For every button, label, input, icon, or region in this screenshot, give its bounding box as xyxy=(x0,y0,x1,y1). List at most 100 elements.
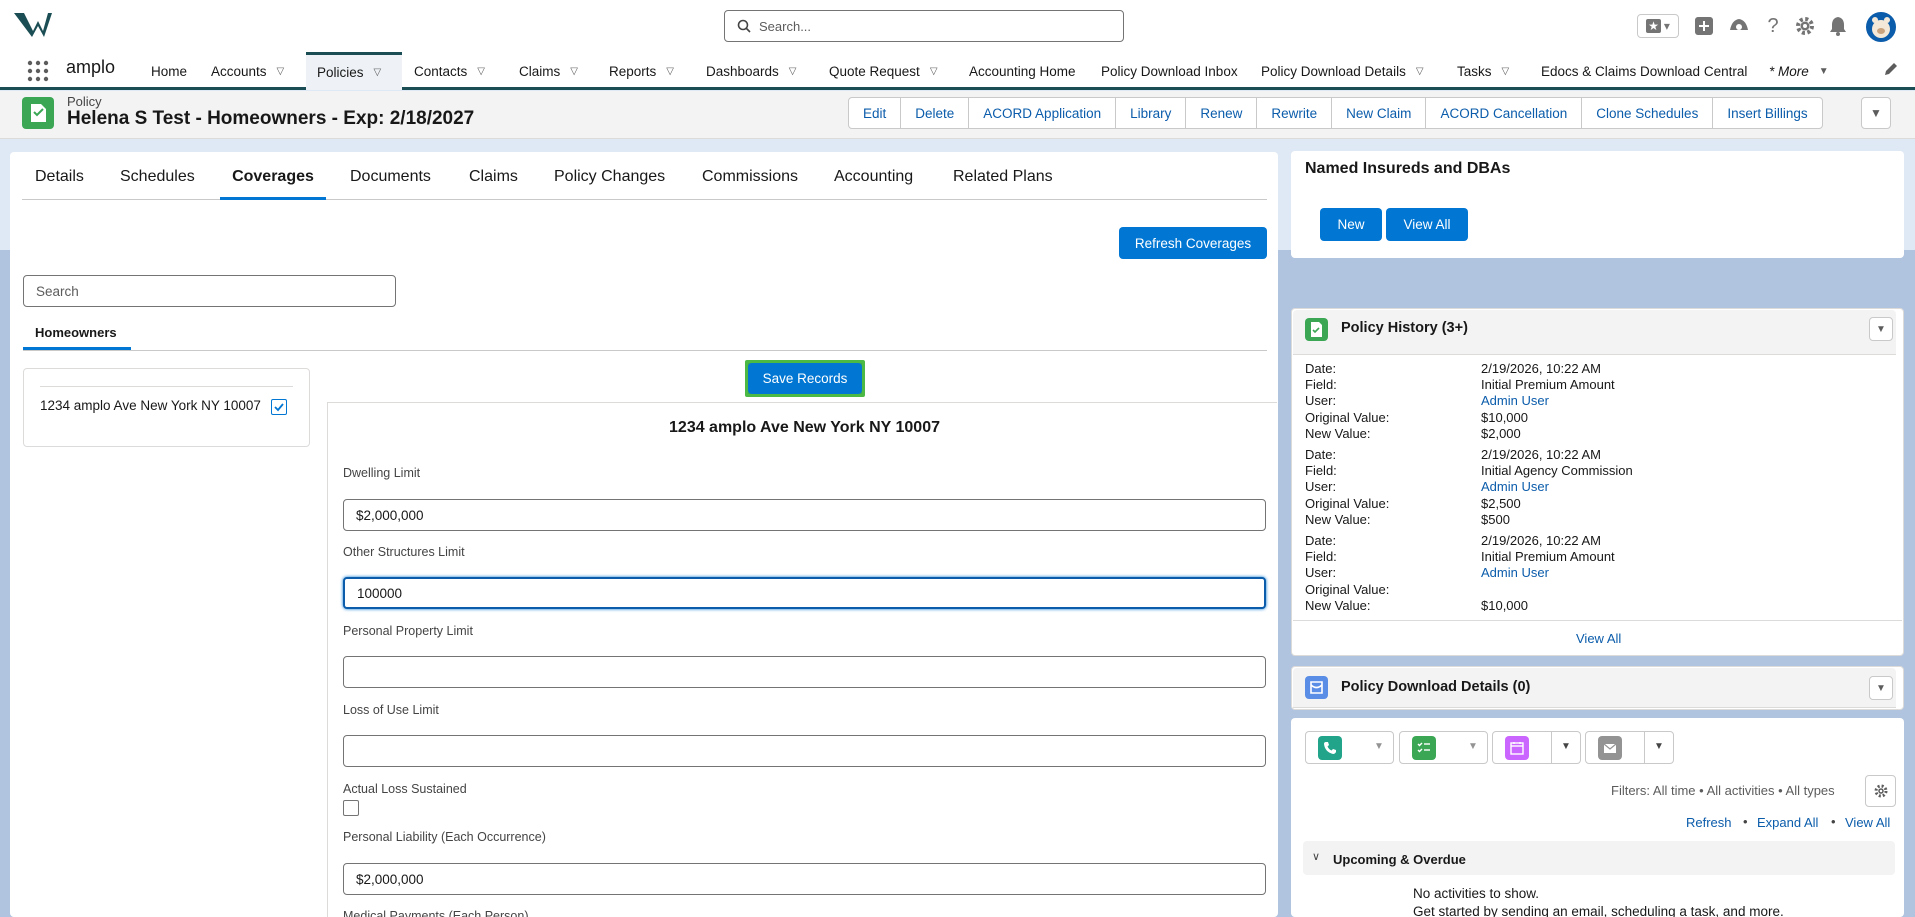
dwelling-limit-input[interactable]: $2,000,000 xyxy=(343,499,1266,531)
chevron-down-icon[interactable]: ▼ xyxy=(1468,741,1478,752)
chevron-down-icon[interactable]: ▼ xyxy=(1654,741,1664,752)
location-checkbox[interactable] xyxy=(271,399,287,415)
nav-item-quote-request[interactable]: Quote Request ▽ xyxy=(825,52,942,90)
notification-bell-icon[interactable] xyxy=(1825,13,1851,39)
insert-billings-button[interactable]: Insert Billings xyxy=(1713,98,1821,128)
chevron-down-icon[interactable]: ▽ xyxy=(930,66,938,77)
chevron-down-icon[interactable]: ▽ xyxy=(374,67,382,78)
loss-of-use-limit-label: Loss of Use Limit xyxy=(343,703,439,717)
nav-item-accounting-home[interactable]: Accounting Home xyxy=(965,52,1080,90)
chevron-down-icon[interactable]: ▼ xyxy=(1374,741,1384,752)
send-email-button[interactable]: ▼ xyxy=(1585,731,1674,764)
library-button[interactable]: Library xyxy=(1116,98,1187,128)
chevron-down-icon[interactable]: ▼ xyxy=(1819,66,1829,77)
view-all-insureds-button[interactable]: View All xyxy=(1386,208,1468,241)
personal-liability-input[interactable]: $2,000,000 xyxy=(343,863,1266,895)
renew-button[interactable]: Renew xyxy=(1186,98,1258,128)
history-user-link[interactable]: Admin User xyxy=(1481,565,1549,580)
acord-application-button[interactable]: ACORD Application xyxy=(969,98,1117,128)
nav-item-accounts[interactable]: Accounts ▽ xyxy=(207,52,288,90)
favorites-button[interactable]: ★ ▾ xyxy=(1637,14,1679,38)
nav-item-dashboards[interactable]: Dashboards ▽ xyxy=(702,52,801,90)
personal-liability-label: Personal Liability (Each Occurrence) xyxy=(343,830,546,844)
tab-related-plans[interactable]: Related Plans xyxy=(953,168,1053,200)
tab-coverages[interactable]: Coverages xyxy=(220,168,326,200)
global-create-icon[interactable] xyxy=(1691,13,1717,39)
refresh-coverages-button[interactable]: Refresh Coverages xyxy=(1119,227,1267,259)
new-event-button[interactable]: ▼ xyxy=(1492,731,1581,764)
tab-documents[interactable]: Documents xyxy=(350,168,431,200)
history-user-label: User: xyxy=(1305,479,1337,494)
log-call-button[interactable]: ▼ xyxy=(1305,731,1394,764)
nav-item-contacts[interactable]: Contacts ▽ xyxy=(410,52,489,90)
app-launcher-icon[interactable] xyxy=(27,60,49,82)
new-task-button[interactable]: ▼ xyxy=(1399,731,1488,764)
subtab-homeowners[interactable]: Homeowners xyxy=(23,320,131,350)
activity-view-all-link[interactable]: View All xyxy=(1845,815,1890,830)
clone-schedules-button[interactable]: Clone Schedules xyxy=(1582,98,1714,128)
chevron-down-icon[interactable]: ▽ xyxy=(1502,66,1510,77)
location-label: 1234 amplo Ave New York NY 10007 xyxy=(40,398,261,413)
named-insureds-title: Named Insureds and DBAs xyxy=(1305,160,1511,177)
more-actions-button[interactable]: ▼ xyxy=(1861,97,1891,129)
nav-item-reports[interactable]: Reports ▽ xyxy=(605,52,678,90)
nav-item-tasks[interactable]: Tasks ▽ xyxy=(1453,52,1513,90)
loss-of-use-limit-input[interactable] xyxy=(343,735,1266,767)
chevron-down-icon[interactable]: ▽ xyxy=(666,66,674,77)
tab-claims[interactable]: Claims xyxy=(469,168,518,200)
save-records-button[interactable]: Save Records xyxy=(748,363,862,394)
history-user-link[interactable]: Admin User xyxy=(1481,479,1549,494)
nav-item-more[interactable]: * More ▼ xyxy=(1765,52,1833,90)
personal-property-limit-input[interactable] xyxy=(343,656,1266,688)
activity-refresh-link[interactable]: Refresh xyxy=(1686,815,1732,830)
global-search-input[interactable]: Search... xyxy=(724,10,1124,42)
history-date-value: 2/19/2026, 10:22 AM xyxy=(1481,533,1601,548)
chevron-down-icon[interactable]: ▽ xyxy=(570,66,578,77)
user-avatar[interactable] xyxy=(1865,11,1897,43)
other-structures-limit-input[interactable]: 100000 xyxy=(343,577,1266,609)
nav-item-policy-download-details[interactable]: Policy Download Details ▽ xyxy=(1257,52,1428,90)
history-field-label: Field: xyxy=(1305,463,1337,478)
new-claim-button[interactable]: New Claim xyxy=(1332,98,1427,128)
chevron-down-icon[interactable]: ▽ xyxy=(1416,66,1424,77)
chevron-down-icon[interactable]: ▽ xyxy=(477,66,485,77)
nav-item-policy-download-inbox[interactable]: Policy Download Inbox xyxy=(1097,52,1242,90)
actual-loss-sustained-checkbox[interactable] xyxy=(343,800,359,816)
edit-button[interactable]: Edit xyxy=(849,98,902,128)
record-actions: Edit Delete ACORD Application Library Re… xyxy=(848,97,1823,129)
tab-details[interactable]: Details xyxy=(35,168,84,200)
chevron-down-icon[interactable]: ▽ xyxy=(789,66,797,77)
rewrite-button[interactable]: Rewrite xyxy=(1257,98,1333,128)
policy-history-menu-button[interactable]: ▼ xyxy=(1869,317,1893,341)
nav-item-claims[interactable]: Claims ▽ xyxy=(515,52,582,90)
new-insured-button[interactable]: New xyxy=(1320,208,1382,241)
activity-expand-all-link[interactable]: Expand All xyxy=(1757,815,1818,830)
history-original-value: $2,500 xyxy=(1481,496,1521,511)
help-icon[interactable]: ? xyxy=(1760,13,1786,39)
coverage-search-input[interactable]: Search xyxy=(23,275,396,307)
chevron-down-icon[interactable]: ▼ xyxy=(1561,741,1571,752)
trailhead-icon[interactable] xyxy=(1726,13,1752,39)
nav-item-home[interactable]: Home xyxy=(147,52,191,90)
policy-history-title: Policy History (3+) xyxy=(1341,320,1468,336)
chevron-down-icon[interactable]: ∨ xyxy=(1312,850,1320,863)
tab-schedules[interactable]: Schedules xyxy=(120,168,195,200)
delete-button[interactable]: Delete xyxy=(901,98,970,128)
edit-nav-pencil-icon[interactable] xyxy=(1884,62,1900,78)
chevron-down-icon: ▼ xyxy=(1876,323,1886,335)
tab-accounting[interactable]: Accounting xyxy=(834,168,913,200)
amplo-logo[interactable] xyxy=(14,11,52,39)
activity-settings-button[interactable] xyxy=(1865,775,1896,807)
history-new-value: $500 xyxy=(1481,512,1510,527)
history-date-label: Date: xyxy=(1305,447,1337,462)
tab-policy-changes[interactable]: Policy Changes xyxy=(554,168,665,200)
history-user-link[interactable]: Admin User xyxy=(1481,393,1549,408)
nav-item-policies[interactable]: Policies ▽ xyxy=(306,52,402,90)
policy-history-view-all-link[interactable]: View All xyxy=(1576,631,1621,646)
acord-cancellation-button[interactable]: ACORD Cancellation xyxy=(1426,98,1583,128)
gear-icon[interactable] xyxy=(1792,13,1818,39)
chevron-down-icon[interactable]: ▽ xyxy=(277,66,285,77)
nav-item-edocs-claims[interactable]: Edocs & Claims Download Central xyxy=(1537,52,1751,90)
tab-commissions[interactable]: Commissions xyxy=(702,168,798,200)
policy-download-menu-button[interactable]: ▼ xyxy=(1869,676,1893,700)
